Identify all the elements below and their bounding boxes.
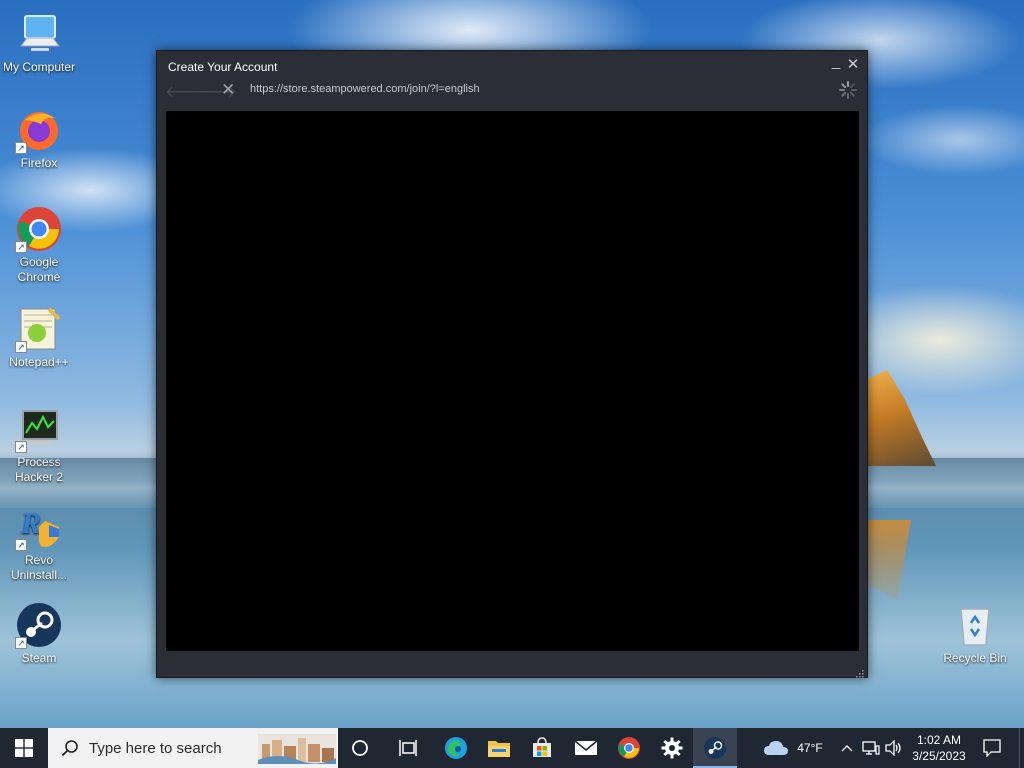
speaker-icon <box>885 740 901 756</box>
desktop-icon-revo-uninstaller[interactable]: R ↗ Revo Uninstall... <box>0 503 78 583</box>
taskbar-edge-button[interactable] <box>434 728 478 768</box>
resize-grip-icon[interactable] <box>855 665 864 678</box>
search-icon <box>61 740 78 757</box>
desktop-icon-label: Notepad++ <box>9 355 69 369</box>
wallpaper-rock <box>866 370 936 466</box>
desktop-icon-notepad-plus-plus[interactable]: ↗ Notepad++ <box>0 305 78 370</box>
task-view-button[interactable] <box>386 728 430 768</box>
chrome-icon: ↗ <box>15 205 63 253</box>
weather-temperature[interactable]: 47°F <box>792 741 828 755</box>
clock-date: 3/25/2023 <box>912 749 966 763</box>
clock-time: 1:02 AM <box>916 733 962 747</box>
shortcut-arrow-icon: ↗ <box>15 637 27 649</box>
taskbar-chrome-button[interactable] <box>607 728 651 768</box>
firefox-icon: ↗ <box>15 106 63 154</box>
chevron-up-icon <box>841 745 853 752</box>
taskbar-search-box[interactable]: Type here to search <box>48 728 338 768</box>
desktop-icon-steam[interactable]: ↗ Steam <box>0 601 78 666</box>
taskbar-file-explorer-button[interactable] <box>477 728 521 768</box>
desktop-icon-label: Steam <box>21 651 57 665</box>
desktop-icon-label: My Computer <box>2 60 76 74</box>
taskbar-store-button[interactable] <box>520 728 564 768</box>
wallpaper-rock-reflection <box>866 520 911 600</box>
taskbar-mail-button[interactable] <box>564 728 608 768</box>
desktop-icon-label: Firefox <box>20 156 58 170</box>
shortcut-arrow-icon: ↗ <box>15 142 27 154</box>
taskbar: Type here to search 47°F 1:02 AM 3/25/20… <box>0 728 1024 768</box>
cloud-icon <box>764 741 788 755</box>
show-desktop-button[interactable] <box>1019 728 1024 768</box>
folder-icon <box>488 741 510 757</box>
desktop-icon-recycle-bin[interactable]: Recycle Bin <box>936 601 1014 666</box>
clock[interactable]: 1:02 AM 3/25/2023 <box>906 732 972 764</box>
cortana-button[interactable] <box>338 728 382 768</box>
search-highlight-illustration-icon <box>258 734 336 764</box>
process-hacker-icon: ↗ <box>15 405 63 453</box>
svg-text:R: R <box>20 507 41 540</box>
loading-spinner-icon <box>839 81 857 99</box>
create-account-window[interactable]: Create Your Account _ ✕ 🡐 🡒 ✕ https://st… <box>156 50 868 678</box>
network-icon <box>862 741 880 755</box>
shortcut-arrow-icon: ↗ <box>15 441 27 453</box>
desktop-icon-my-computer[interactable]: My Computer <box>0 10 78 75</box>
url-bar[interactable]: https://store.steampowered.com/join/?l=e… <box>250 83 480 95</box>
show-hidden-icons-button[interactable] <box>838 728 856 768</box>
desktop-icon-label: Google Chrome <box>17 255 61 284</box>
notepad-plus-plus-icon: ↗ <box>15 305 63 353</box>
close-button[interactable]: ✕ <box>845 55 861 73</box>
volume-button[interactable] <box>883 728 905 768</box>
steam-icon: ↗ <box>15 601 63 649</box>
store-bag-icon <box>533 737 551 757</box>
recycle-bin-icon <box>951 601 999 649</box>
weather-widget[interactable] <box>760 728 792 768</box>
shortcut-arrow-icon: ↗ <box>15 241 27 253</box>
window-title: Create Your Account <box>168 60 278 74</box>
minimize-button[interactable]: _ <box>828 53 844 70</box>
cortana-circle-icon <box>352 740 368 756</box>
mail-envelope-icon <box>574 740 598 755</box>
desktop-icon-firefox[interactable]: ↗ Firefox <box>0 106 78 171</box>
desktop-icon-label: Recycle Bin <box>943 651 1007 665</box>
desktop-icon-label: Process Hacker 2 <box>14 455 64 484</box>
stop-loading-button[interactable]: ✕ <box>221 80 235 100</box>
chrome-icon <box>618 737 640 759</box>
network-button[interactable] <box>860 728 882 768</box>
notification-center-icon <box>983 739 1001 757</box>
task-view-icon <box>399 740 417 756</box>
desktop-icon-process-hacker[interactable]: ↗ Process Hacker 2 <box>0 405 78 485</box>
search-placeholder: Type here to search <box>89 739 222 757</box>
revo-uninstaller-icon: R ↗ <box>15 503 63 551</box>
web-content-area[interactable] <box>166 111 859 651</box>
desktop-icon-google-chrome[interactable]: ↗ Google Chrome <box>0 205 78 285</box>
computer-icon <box>15 10 63 58</box>
steam-icon <box>704 737 726 759</box>
gear-icon <box>661 737 683 759</box>
shortcut-arrow-icon: ↗ <box>15 341 27 353</box>
windows-logo-icon <box>15 739 33 757</box>
edge-icon <box>445 737 467 759</box>
start-button[interactable] <box>0 728 48 768</box>
taskbar-steam-button[interactable] <box>693 728 737 768</box>
shortcut-arrow-icon: ↗ <box>15 539 27 551</box>
desktop-icon-label: Revo Uninstall... <box>10 553 68 582</box>
taskbar-settings-button[interactable] <box>650 728 694 768</box>
notifications-button[interactable] <box>978 728 1006 768</box>
